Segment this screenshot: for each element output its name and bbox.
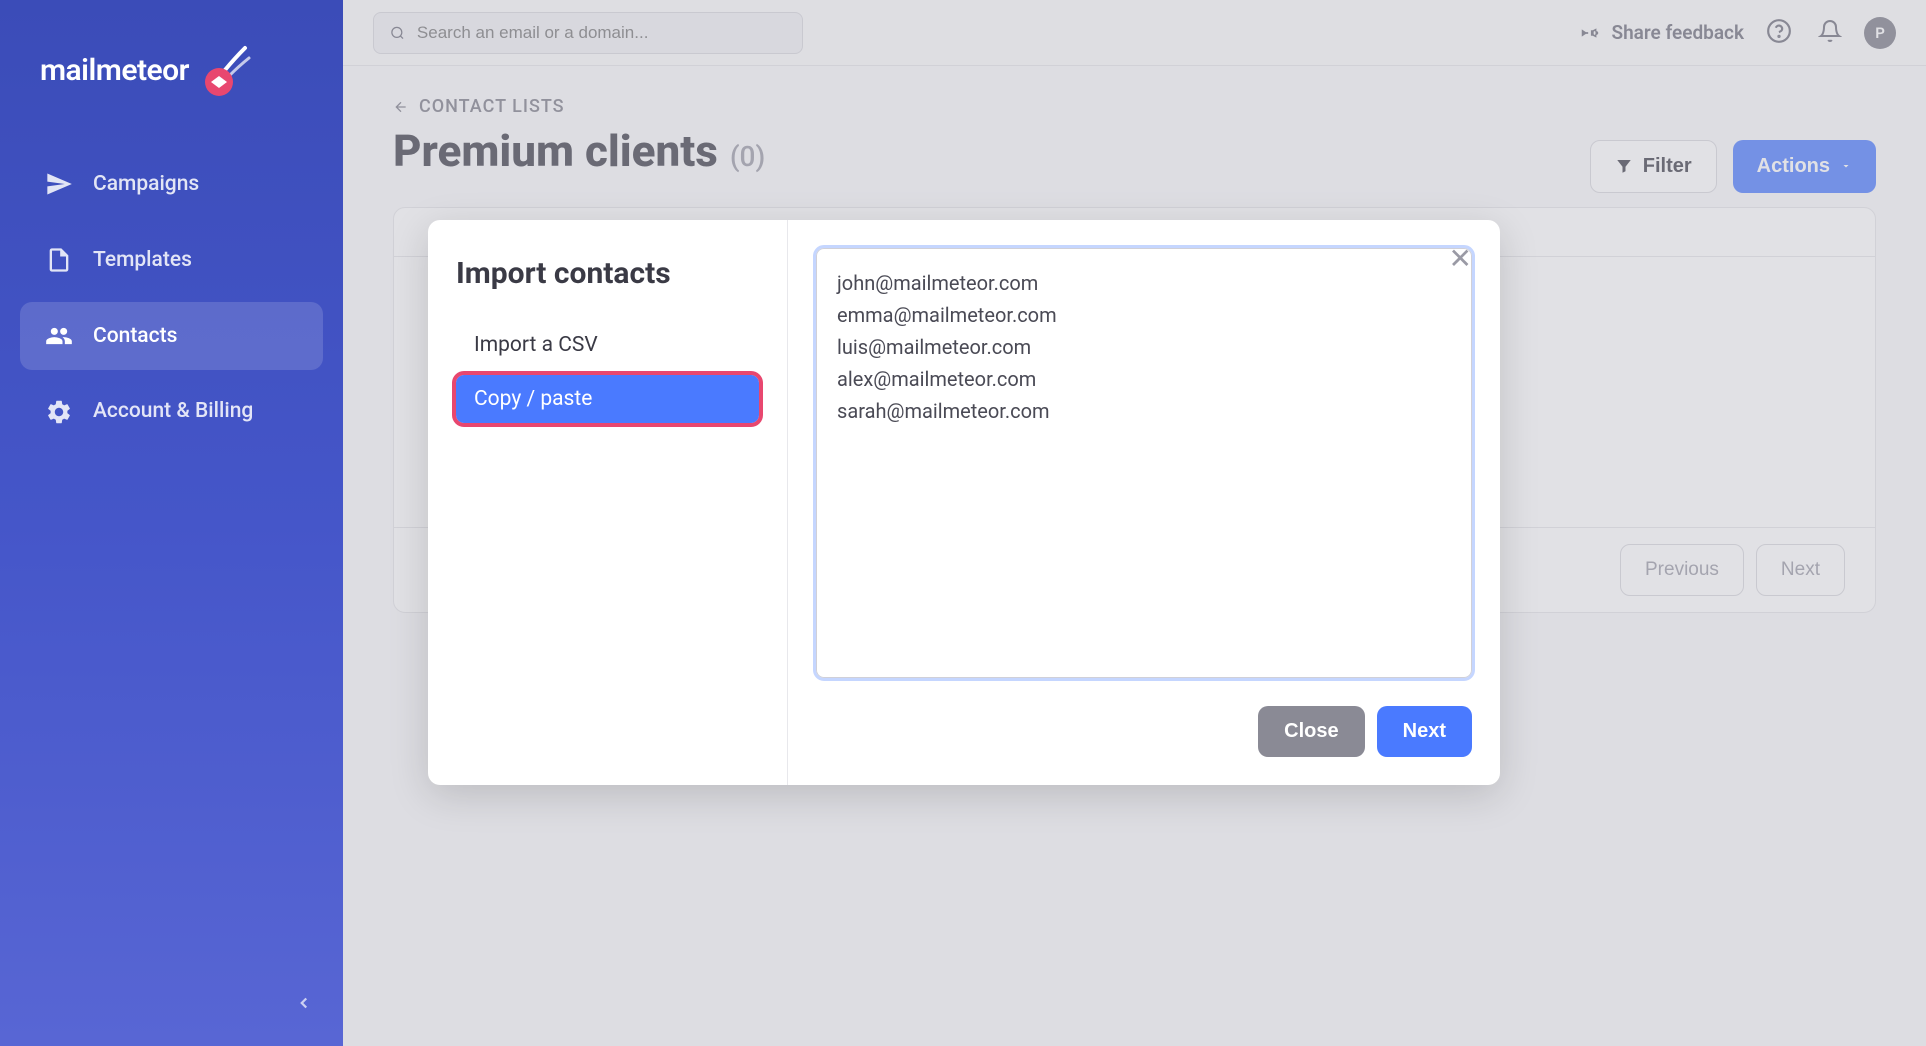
sidebar-item-account-billing[interactable]: Account & Billing [20, 378, 323, 446]
sidebar-collapse-button[interactable] [285, 984, 323, 1026]
modal-close-button[interactable]: ✕ [1439, 238, 1482, 279]
emails-textarea[interactable] [816, 248, 1472, 678]
sidebar-item-contacts[interactable]: Contacts [20, 302, 323, 370]
sidebar: mailmeteor Campaigns Templates Contacts … [0, 0, 343, 1046]
close-icon: ✕ [1449, 242, 1472, 275]
people-icon [45, 322, 73, 350]
import-contacts-modal: Import contacts Import a CSV Copy / past… [428, 220, 1500, 785]
document-icon [45, 246, 73, 274]
modal-next-button[interactable]: Next [1377, 706, 1472, 757]
modal-nav-copy-paste[interactable]: Copy / paste [456, 375, 759, 423]
modal-sidebar: Import contacts Import a CSV Copy / past… [428, 220, 788, 785]
sidebar-item-templates[interactable]: Templates [20, 226, 323, 294]
send-icon [45, 170, 73, 198]
modal-nav-import-csv[interactable]: Import a CSV [456, 321, 759, 369]
sidebar-item-label: Contacts [93, 324, 177, 348]
meteor-icon [197, 40, 257, 100]
sidebar-item-label: Templates [93, 248, 192, 272]
sidebar-item-label: Account & Billing [93, 398, 253, 425]
sidebar-item-campaigns[interactable]: Campaigns [20, 150, 323, 218]
brand-logo[interactable]: mailmeteor [40, 40, 303, 100]
modal-main: ✕ Close Next [788, 220, 1500, 785]
brand-name: mailmeteor [40, 53, 189, 88]
gear-icon [45, 398, 73, 426]
sidebar-item-label: Campaigns [93, 172, 199, 196]
modal-title: Import contacts [456, 256, 759, 291]
modal-close-action-button[interactable]: Close [1258, 706, 1364, 757]
